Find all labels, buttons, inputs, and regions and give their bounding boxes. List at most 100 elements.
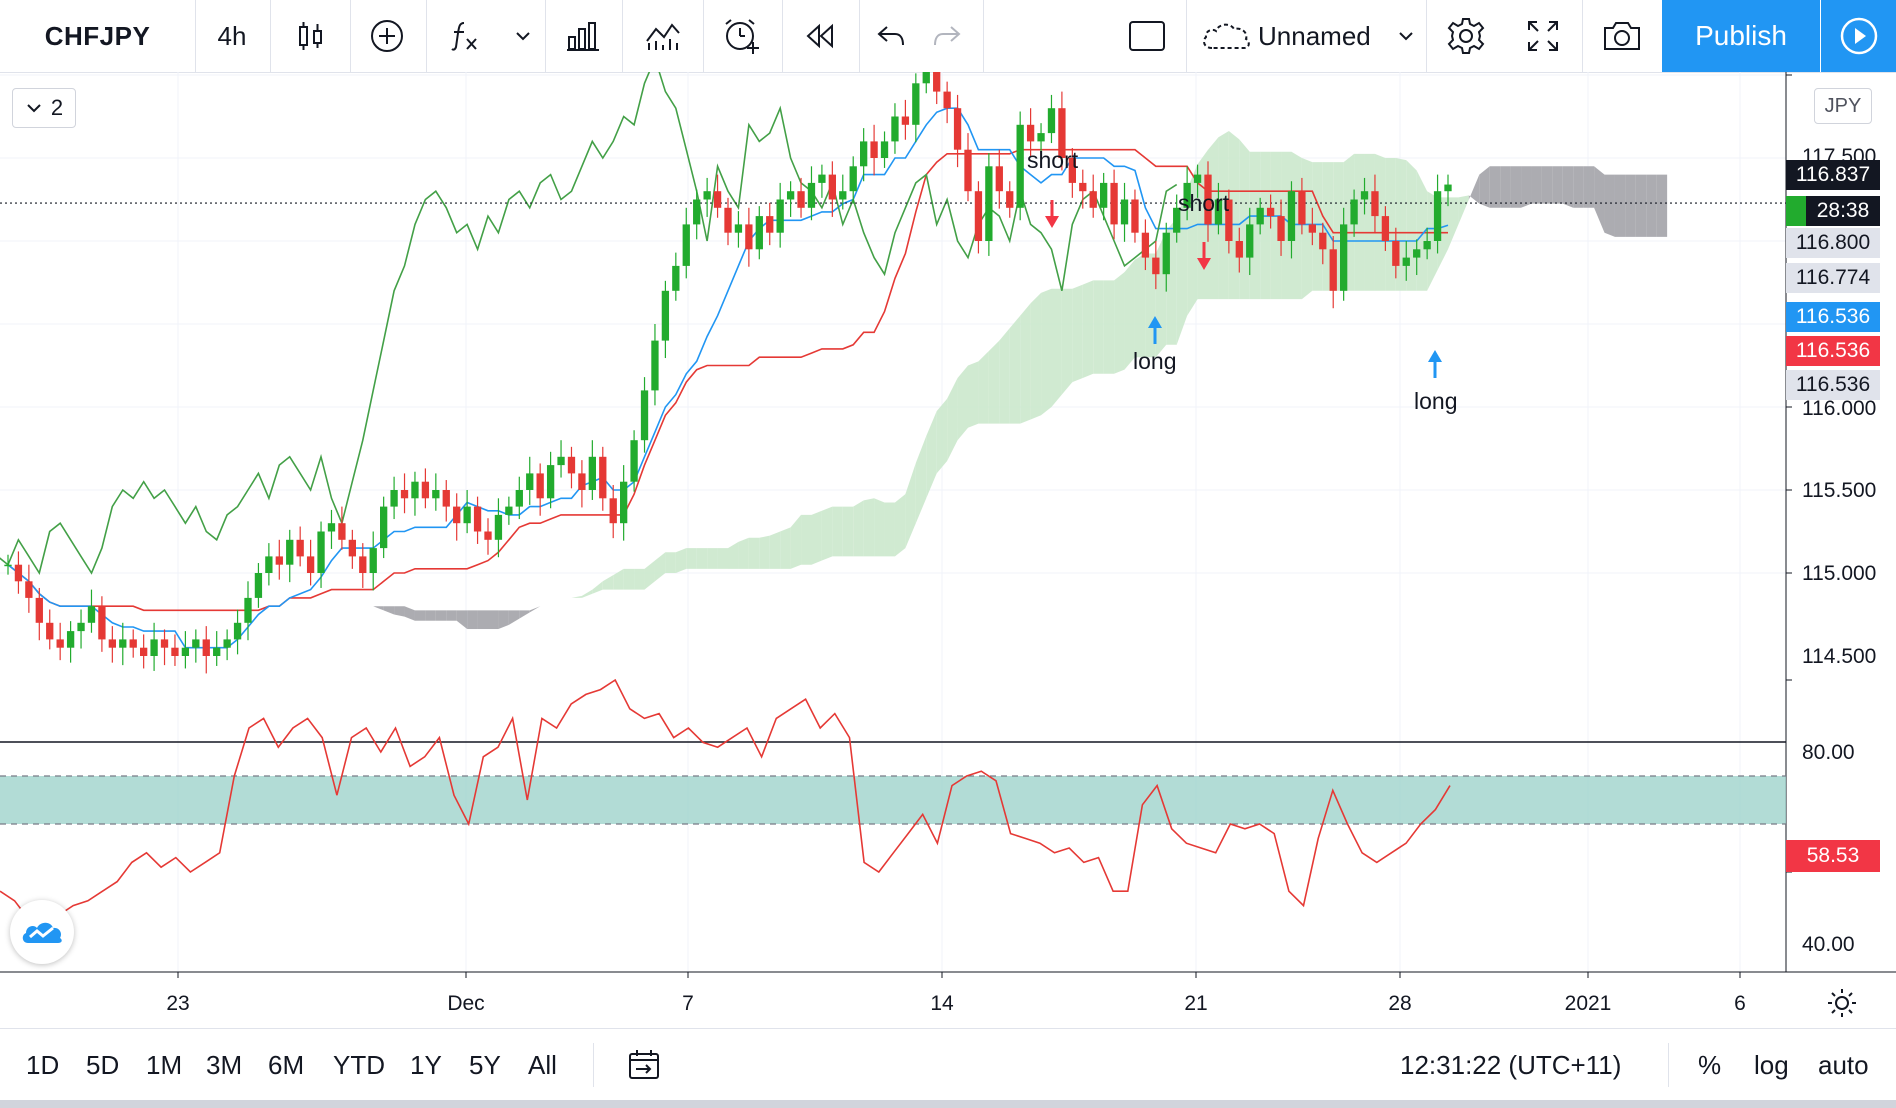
kumo-bull-segment xyxy=(1260,151,1271,300)
candle xyxy=(46,609,54,650)
candle xyxy=(985,153,993,256)
kumo-bear-segment xyxy=(1500,166,1511,208)
candle-body xyxy=(296,539,304,557)
undo-button[interactable] xyxy=(866,0,916,72)
settings-button[interactable] xyxy=(1428,0,1504,72)
top-toolbar: CHFJPY 4h Unnamed Publish xyxy=(0,0,1896,73)
legend-toggle-button[interactable]: 2 xyxy=(12,88,76,128)
compare-button[interactable] xyxy=(352,0,422,72)
candle-body xyxy=(473,506,482,532)
candle-body xyxy=(526,473,534,490)
divider xyxy=(703,0,704,72)
candle-body xyxy=(1329,249,1337,291)
range-1m-button[interactable]: 1M xyxy=(146,1029,182,1101)
alert-button[interactable] xyxy=(706,0,778,72)
candle-body xyxy=(1256,207,1264,225)
candle-body xyxy=(849,166,857,192)
kumo-bull-segment xyxy=(863,498,875,557)
interval-button[interactable]: 4h xyxy=(196,0,268,72)
candle-body xyxy=(223,639,231,648)
cloud-icon xyxy=(1203,23,1250,49)
candle xyxy=(953,94,962,168)
candle xyxy=(609,485,617,539)
time-label: 14 xyxy=(930,992,954,1015)
candle xyxy=(77,609,85,649)
auto-scale-button[interactable]: auto xyxy=(1818,1029,1869,1101)
price-chart[interactable] xyxy=(0,72,1896,1028)
redo-button[interactable] xyxy=(922,0,972,72)
play-button[interactable] xyxy=(1821,0,1896,72)
rewind-icon xyxy=(806,23,833,49)
candle-body xyxy=(14,564,23,582)
range-all-button[interactable]: All xyxy=(528,1029,557,1101)
tradingview-logo[interactable] xyxy=(10,900,74,964)
divider xyxy=(782,0,783,72)
range-6m-button[interactable]: 6M xyxy=(268,1029,304,1101)
snapshot-button[interactable] xyxy=(1584,0,1660,72)
candle xyxy=(599,446,607,511)
candle xyxy=(505,496,513,525)
candle-body xyxy=(901,116,910,125)
candle xyxy=(484,518,492,555)
kumo-bull-segment xyxy=(1103,280,1115,374)
log-scale-button[interactable]: log xyxy=(1754,1029,1789,1101)
candle xyxy=(442,480,450,522)
financials-button[interactable] xyxy=(548,0,618,72)
replay-button[interactable] xyxy=(785,0,855,72)
candle-body xyxy=(1162,232,1170,275)
currency-label[interactable]: JPY xyxy=(1814,88,1872,124)
price-tag-high: 116.800 xyxy=(1786,228,1880,258)
candle-body xyxy=(1110,182,1118,225)
candle xyxy=(98,596,106,652)
kumo-bull-segment xyxy=(999,328,1010,424)
time-label: 6 xyxy=(1734,992,1746,1015)
candle xyxy=(233,609,242,655)
range-1d-button[interactable]: 1D xyxy=(26,1029,59,1101)
kumo-bear-segment xyxy=(1552,166,1563,204)
indicators-button[interactable] xyxy=(440,0,490,72)
range-3m-button[interactable]: 3M xyxy=(206,1029,242,1101)
range-ytd-button[interactable]: YTD xyxy=(333,1029,385,1101)
axis-settings-button[interactable] xyxy=(1825,986,1859,1020)
candle xyxy=(66,621,75,663)
price-label: 114.500 xyxy=(1802,645,1877,668)
kumo-bull-segment xyxy=(1364,153,1375,291)
timezone-button[interactable]: 12:31:22 (UTC+11) xyxy=(1400,1029,1621,1101)
price-label: 115.000 xyxy=(1802,562,1877,585)
indicators-dropdown-button[interactable] xyxy=(508,0,538,72)
candle xyxy=(818,164,826,198)
candle xyxy=(192,629,200,663)
price-tag-countdown: 28:38 xyxy=(1806,196,1880,226)
chart-style-button[interactable] xyxy=(276,0,346,72)
range-1y-button[interactable]: 1Y xyxy=(410,1029,442,1101)
rsi-pane xyxy=(0,678,1786,931)
goto-date-button[interactable] xyxy=(626,1029,662,1101)
candle xyxy=(724,197,732,246)
publish-button[interactable]: Publish xyxy=(1662,0,1820,72)
candle-body xyxy=(4,564,12,567)
kumo-bear-segment xyxy=(1594,166,1605,233)
candle xyxy=(546,451,555,509)
candle xyxy=(244,581,252,641)
percent-scale-button[interactable]: % xyxy=(1698,1029,1721,1101)
kumo-bull-segment xyxy=(748,537,760,569)
candle-body xyxy=(567,456,576,474)
kumo-bull-segment xyxy=(1041,288,1052,416)
range-5y-button[interactable]: 5Y xyxy=(469,1029,501,1101)
templates-button[interactable] xyxy=(628,0,698,72)
layout-name-button[interactable]: Unnamed xyxy=(1190,0,1430,72)
kumo-bull-segment xyxy=(1458,195,1469,225)
kumo-bear-segment xyxy=(1573,166,1584,208)
candle xyxy=(880,131,889,168)
candle-body xyxy=(108,639,116,648)
kumo-bear-segment xyxy=(1531,166,1542,204)
fullscreen-toggle-button[interactable] xyxy=(1110,0,1184,72)
symbol-search-button[interactable]: CHFJPY xyxy=(0,0,195,72)
candle xyxy=(432,473,440,511)
candle-body xyxy=(839,191,847,200)
kumo-bear-segment xyxy=(414,610,426,621)
candle-body xyxy=(202,639,210,656)
fullscreen-button[interactable] xyxy=(1508,0,1578,72)
range-5d-button[interactable]: 5D xyxy=(86,1029,119,1101)
candle-body xyxy=(640,390,649,441)
